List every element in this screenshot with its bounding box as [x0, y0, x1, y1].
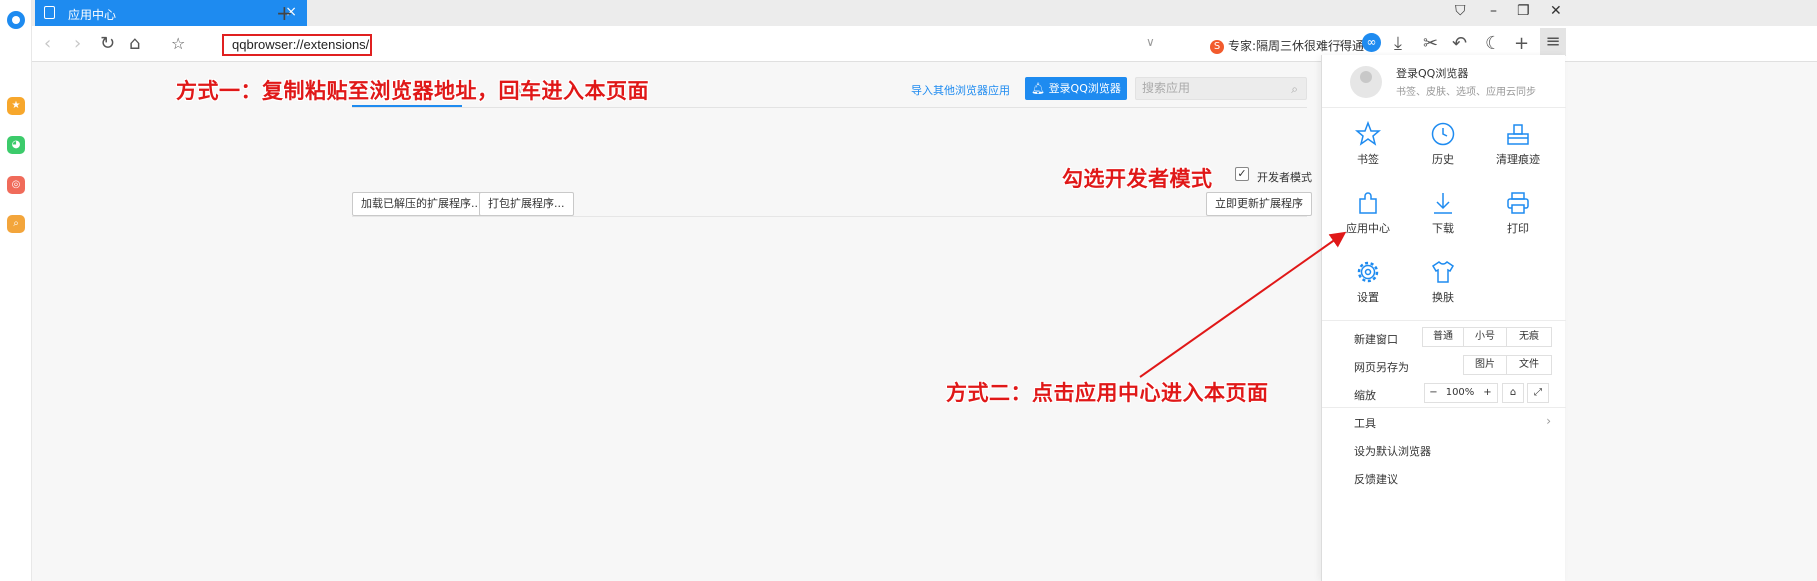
annotation-arrow — [1139, 231, 1347, 378]
